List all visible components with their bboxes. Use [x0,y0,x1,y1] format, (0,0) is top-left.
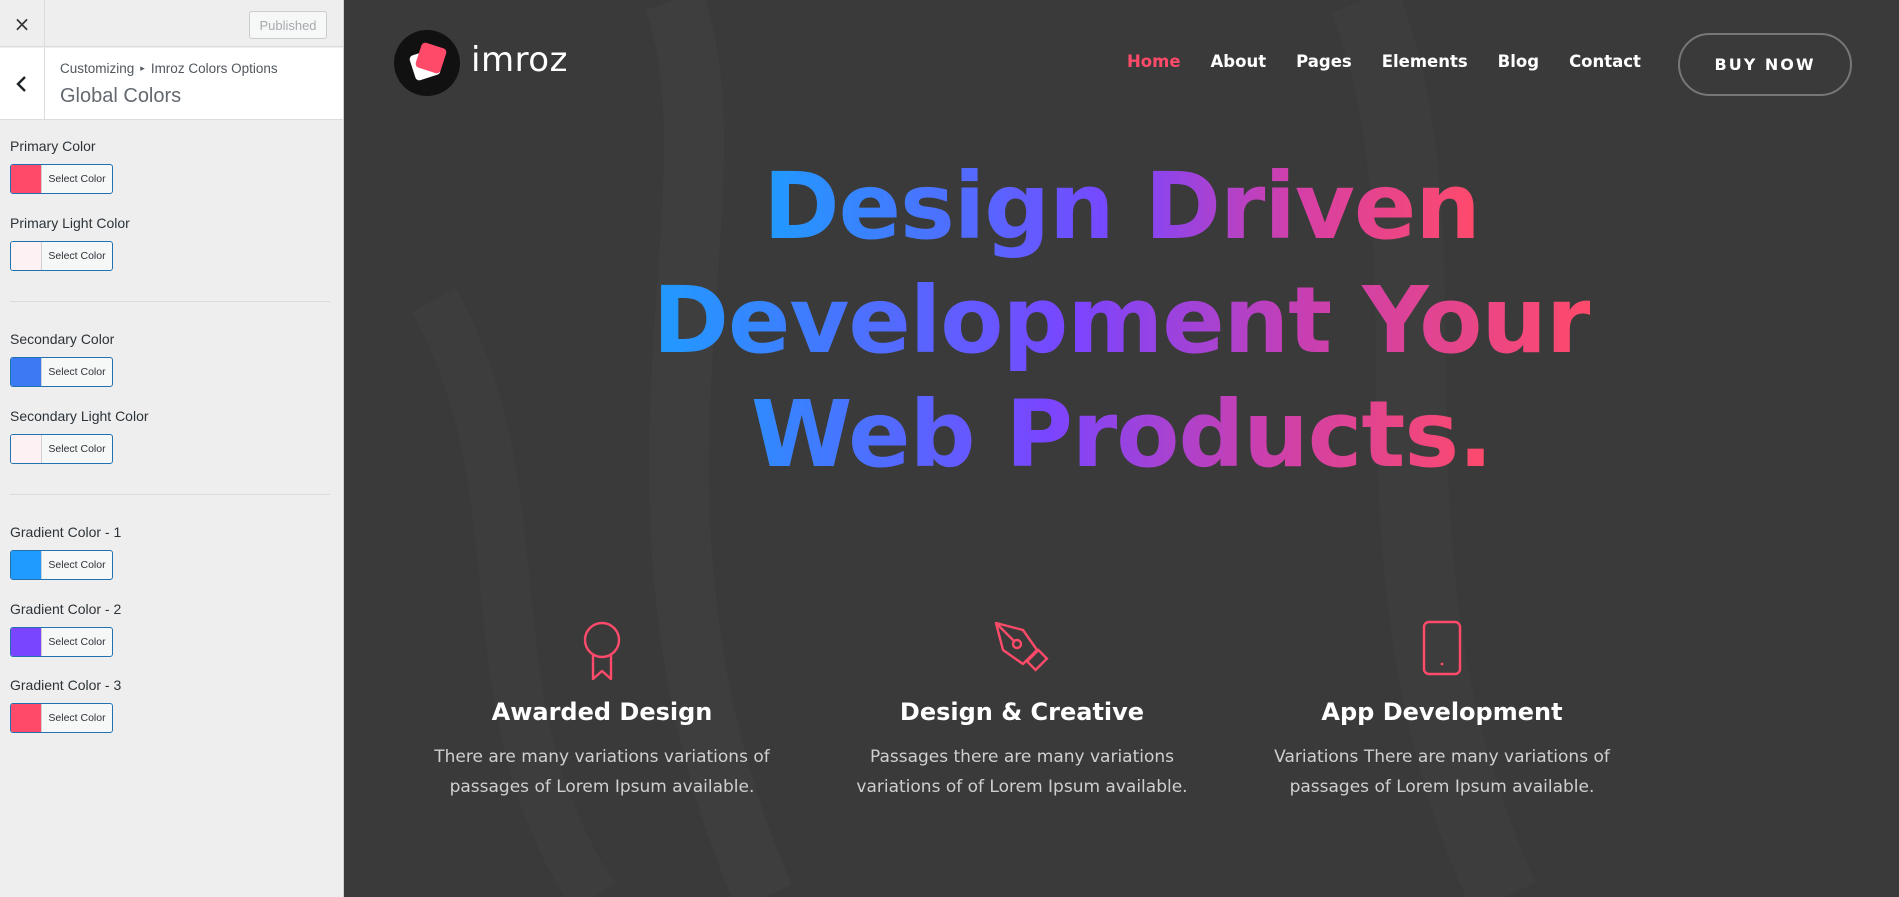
hero-line: Development Your [653,264,1592,378]
breadcrumb-section: Imroz Colors Options [150,61,278,76]
control-secondary-light-color: Secondary Light Color Select Color [10,408,149,464]
select-color-label: Select Color [48,712,106,724]
control-gradient-color-1: Gradient Color - 1 Select Color [10,524,122,580]
color-swatch [11,242,42,270]
hero-heading: Design Driven Development Your Web Produ… [344,150,1899,492]
hero-line: Web Products. [751,378,1493,492]
feature-text: Variations There are many variations of … [1242,742,1642,802]
nav-item-blog[interactable]: Blog [1498,52,1539,71]
back-button[interactable] [0,48,45,120]
section-title: Global Colors [60,85,182,107]
control-label: Secondary Light Color [10,408,149,424]
breadcrumb-separator-icon: ▸ [140,63,145,73]
select-color-button[interactable]: Select Color [10,703,113,733]
control-label: Gradient Color - 2 [10,601,122,617]
site-preview: imroz Home About Pages Elements Blog Con… [344,0,1899,897]
nav-item-pages[interactable]: Pages [1296,52,1352,71]
hero-line: Design Driven [763,150,1481,264]
control-primary-color: Primary Color Select Color [10,138,113,194]
select-color-button[interactable]: Select Color [10,241,113,271]
control-gradient-color-3: Gradient Color - 3 Select Color [10,677,122,733]
select-color-button[interactable]: Select Color [10,550,113,580]
buy-now-button[interactable]: BUY NOW [1678,33,1852,96]
mobile-phone-icon [1422,620,1462,676]
feature-awarded-design: Awarded Design There are many variations… [402,620,802,802]
logo-mark-icon [409,42,447,81]
select-color-label: Select Color [48,559,106,571]
divider [10,301,330,302]
divider [10,494,330,495]
select-color-button[interactable]: Select Color [10,357,113,387]
select-color-label: Select Color [48,173,106,185]
control-gradient-color-2: Gradient Color - 2 Select Color [10,601,122,657]
control-primary-light-color: Primary Light Color Select Color [10,215,130,271]
select-color-label: Select Color [48,250,106,262]
select-color-button[interactable]: Select Color [10,434,113,464]
control-label: Gradient Color - 1 [10,524,122,540]
control-label: Secondary Color [10,331,115,347]
feature-text: Passages there are many variations varia… [822,742,1222,802]
feature-title: Awarded Design [491,698,713,726]
color-swatch [11,358,42,386]
feature-text-line: Passages there are many variations [869,747,1175,767]
published-button[interactable]: Published [249,11,327,39]
control-label: Primary Color [10,138,96,154]
nav-item-about[interactable]: About [1211,52,1267,71]
select-color-label: Select Color [48,443,106,455]
feature-design-creative: Design & Creative Passages there are man… [822,620,1222,802]
chevron-left-icon [16,76,26,92]
feature-title: Design & Creative [899,698,1145,726]
color-swatch [11,704,42,732]
breadcrumb-root: Customizing [60,61,135,76]
color-swatch [11,628,42,656]
control-secondary-color: Secondary Color Select Color [10,331,115,387]
pen-nib-icon [994,621,1049,672]
feature-text-line: passages of Lorem Ipsum available. [1289,777,1595,797]
select-color-label: Select Color [48,366,106,378]
breadcrumb: Customizing ▸ Imroz Colors Options [60,61,278,76]
nav-item-contact[interactable]: Contact [1569,52,1641,71]
feature-text-line: passages of Lorem Ipsum available. [449,777,755,797]
main-nav: Home About Pages Elements Blog Contact [1127,52,1641,71]
control-label: Primary Light Color [10,215,130,231]
feature-text-line: There are many variations variations of [434,747,770,767]
customizer-sidebar: × Published Customizing ▸ Imroz Colors O… [0,0,344,897]
logo-text[interactable]: imroz [471,40,568,80]
close-icon: × [13,11,31,36]
nav-item-elements[interactable]: Elements [1382,52,1468,71]
close-customizer-button[interactable]: × [0,0,45,47]
color-swatch [11,551,42,579]
feature-text: There are many variations variations of … [402,742,802,802]
section-header: Customizing ▸ Imroz Colors Options Globa… [0,48,343,120]
award-ribbon-icon [583,621,621,681]
control-label: Gradient Color - 3 [10,677,122,693]
color-swatch [11,165,42,193]
site-logo[interactable] [394,30,460,96]
select-color-button[interactable]: Select Color [10,627,113,657]
feature-title: App Development [1321,698,1563,726]
nav-item-home[interactable]: Home [1127,52,1181,71]
feature-text-line: Variations There are many variations of [1274,747,1610,767]
customizer-top-bar: × Published [0,0,343,47]
select-color-button[interactable]: Select Color [10,164,113,194]
select-color-label: Select Color [48,636,106,648]
feature-app-development: App Development Variations There are man… [1242,620,1642,802]
color-swatch [11,435,42,463]
feature-text-line: variations of of Lorem Ipsum available. [856,777,1188,797]
